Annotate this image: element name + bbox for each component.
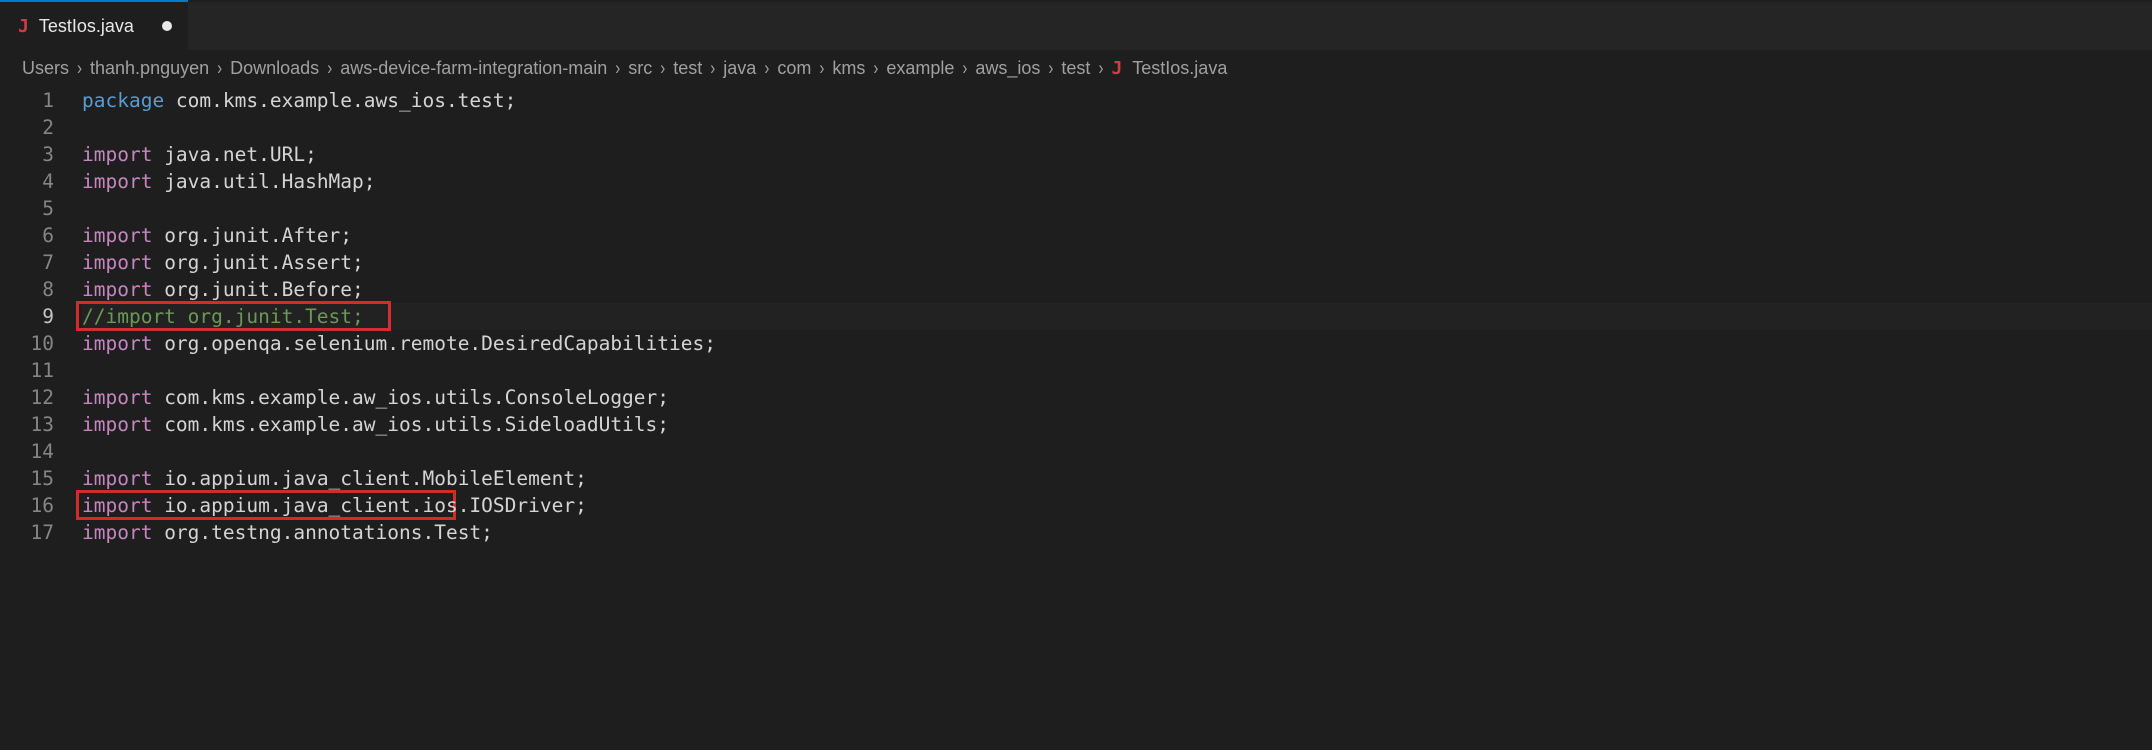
line-number: 8 xyxy=(0,276,54,303)
code-line[interactable]: import java.net.URL; xyxy=(82,141,2152,168)
keyword-import: import xyxy=(82,224,152,247)
code-line[interactable]: import io.appium.java_client.ios.IOSDriv… xyxy=(82,492,2152,519)
chevron-right-icon: › xyxy=(817,60,826,77)
chevron-right-icon: › xyxy=(708,60,717,77)
keyword-import: import xyxy=(82,386,152,409)
code-text: io.appium.java_client.MobileElement; xyxy=(152,467,586,490)
chevron-right-icon: › xyxy=(613,60,622,77)
code-line[interactable]: import io.appium.java_client.MobileEleme… xyxy=(82,465,2152,492)
line-number: 13 xyxy=(0,411,54,438)
keyword-import: import xyxy=(82,251,152,274)
keyword-import: import xyxy=(82,143,152,166)
java-file-icon: J xyxy=(18,16,29,37)
code-line[interactable]: import org.openqa.selenium.remote.Desire… xyxy=(82,330,2152,357)
keyword-import: import xyxy=(82,170,152,193)
code-line[interactable]: import org.junit.Assert; xyxy=(82,249,2152,276)
line-number: 1 xyxy=(0,87,54,114)
code-text: com.kms.example.aw_ios.utils.SideloadUti… xyxy=(152,413,669,436)
code-text: io.appium.java_client.ios.IOSDriver; xyxy=(152,494,586,517)
breadcrumb-item[interactable]: kms xyxy=(832,58,865,79)
code-line[interactable]: //import org.junit.Test; xyxy=(82,303,2152,330)
tab-testios[interactable]: J TestIos.java xyxy=(0,2,188,50)
code-line[interactable] xyxy=(82,357,2152,384)
breadcrumb-item[interactable]: Users xyxy=(22,58,69,79)
code-text: org.junit.Before; xyxy=(152,278,363,301)
line-number: 15 xyxy=(0,465,54,492)
code-text: org.testng.annotations.Test; xyxy=(152,521,492,544)
code-text: org.openqa.selenium.remote.DesiredCapabi… xyxy=(152,332,716,355)
breadcrumb-item[interactable]: aws-device-farm-integration-main xyxy=(340,58,607,79)
code-text: org.junit.After; xyxy=(152,224,352,247)
breadcrumb-item[interactable]: src xyxy=(628,58,652,79)
breadcrumb-item[interactable]: com xyxy=(777,58,811,79)
code-text: com.kms.example.aws_ios.test; xyxy=(164,89,516,112)
line-number: 17 xyxy=(0,519,54,546)
line-number: 10 xyxy=(0,330,54,357)
code-text: com.kms.example.aw_ios.utils.ConsoleLogg… xyxy=(152,386,669,409)
code-line[interactable]: import com.kms.example.aw_ios.utils.Side… xyxy=(82,411,2152,438)
chevron-right-icon: › xyxy=(75,60,84,77)
breadcrumb-item[interactable]: aws_ios xyxy=(975,58,1040,79)
keyword-import: import xyxy=(82,413,152,436)
keyword-import: import xyxy=(82,467,152,490)
line-number: 9 xyxy=(0,303,54,330)
code-line[interactable]: package com.kms.example.aws_ios.test; xyxy=(82,87,2152,114)
code-line[interactable]: import java.util.HashMap; xyxy=(82,168,2152,195)
keyword-import: import xyxy=(82,332,152,355)
line-number: 6 xyxy=(0,222,54,249)
code-line[interactable] xyxy=(82,195,2152,222)
chevron-right-icon: › xyxy=(762,60,771,77)
line-number: 12 xyxy=(0,384,54,411)
breadcrumb-item[interactable]: test xyxy=(673,58,702,79)
chevron-right-icon: › xyxy=(960,60,969,77)
java-file-icon: J xyxy=(1111,58,1122,79)
line-number-gutter: 1234567891011121314151617 xyxy=(0,87,82,546)
breadcrumb-item[interactable]: Downloads xyxy=(230,58,319,79)
breadcrumb[interactable]: Users › thanh.pnguyen › Downloads › aws-device… xyxy=(0,50,2152,85)
chevron-right-icon: › xyxy=(1096,60,1105,77)
tab-label: TestIos.java xyxy=(39,16,134,37)
breadcrumb-item[interactable]: java xyxy=(723,58,756,79)
keyword-import: import xyxy=(82,494,152,517)
chevron-right-icon: › xyxy=(215,60,224,77)
code-text: java.util.HashMap; xyxy=(152,170,375,193)
code-editor[interactable]: 1234567891011121314151617 package com.km… xyxy=(0,85,2152,546)
keyword-import: import xyxy=(82,278,152,301)
breadcrumb-file[interactable]: TestIos.java xyxy=(1132,58,1227,79)
tab-bar: J TestIos.java xyxy=(0,2,2152,50)
chevron-right-icon: › xyxy=(871,60,880,77)
line-number: 7 xyxy=(0,249,54,276)
breadcrumb-item[interactable]: example xyxy=(886,58,954,79)
line-number: 16 xyxy=(0,492,54,519)
breadcrumb-item[interactable]: thanh.pnguyen xyxy=(90,58,209,79)
breadcrumb-item[interactable]: test xyxy=(1061,58,1090,79)
chevron-right-icon: › xyxy=(658,60,667,77)
chevron-right-icon: › xyxy=(1046,60,1055,77)
comment-text: //import org.junit.Test; xyxy=(82,305,364,328)
code-line[interactable] xyxy=(82,114,2152,141)
line-number: 11 xyxy=(0,357,54,384)
line-number: 14 xyxy=(0,438,54,465)
code-line[interactable]: import com.kms.example.aw_ios.utils.Cons… xyxy=(82,384,2152,411)
code-line[interactable]: import org.junit.After; xyxy=(82,222,2152,249)
line-number: 5 xyxy=(0,195,54,222)
code-text: java.net.URL; xyxy=(152,143,316,166)
code-text: org.junit.Assert; xyxy=(152,251,363,274)
unsaved-indicator-icon xyxy=(162,21,172,31)
line-number: 3 xyxy=(0,141,54,168)
code-line[interactable] xyxy=(82,438,2152,465)
code-area[interactable]: package com.kms.example.aws_ios.test;imp… xyxy=(82,87,2152,546)
code-line[interactable]: import org.testng.annotations.Test; xyxy=(82,519,2152,546)
chevron-right-icon: › xyxy=(325,60,334,77)
line-number: 4 xyxy=(0,168,54,195)
keyword-package: package xyxy=(82,89,164,112)
code-line[interactable]: import org.junit.Before; xyxy=(82,276,2152,303)
keyword-import: import xyxy=(82,521,152,544)
line-number: 2 xyxy=(0,114,54,141)
